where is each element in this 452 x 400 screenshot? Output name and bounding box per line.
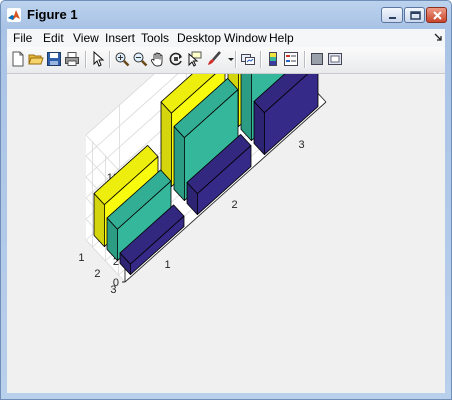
toolbar-separator (85, 51, 86, 68)
brush-button[interactable] (206, 51, 222, 67)
dock-arrow-icon[interactable] (433, 32, 443, 42)
menu-window[interactable]: Window (224, 31, 267, 45)
row-tick-label: 2 (94, 268, 100, 280)
zoom-in-button[interactable] (114, 51, 130, 67)
column-tick-label: 3 (299, 139, 305, 151)
row-tick-label: 1 (78, 252, 84, 264)
toolbar-separator (109, 51, 110, 68)
toolbar-separator (260, 51, 261, 68)
data-cursor-button[interactable] (186, 51, 202, 67)
zoom-out-button[interactable] (132, 51, 148, 67)
show-plot-tools-icon (328, 53, 342, 65)
bar-side-face (173, 126, 185, 201)
window-title: Figure 1 (27, 7, 78, 22)
figure-toolbar (7, 47, 445, 74)
matlab-logo-icon (7, 8, 21, 22)
save-figure-button[interactable] (46, 51, 62, 67)
brush-dropdown-button[interactable] (223, 51, 234, 67)
open-file-icon (28, 54, 44, 65)
maximize-button[interactable] (404, 7, 425, 23)
zoom-out-icon (133, 52, 148, 67)
menu-help[interactable]: Help (269, 31, 294, 45)
menu-view[interactable]: View (73, 31, 99, 45)
menu-edit[interactable]: Edit (43, 31, 64, 45)
row-tick-label: 3 (110, 284, 116, 296)
hide-plot-tools-button[interactable] (309, 51, 325, 67)
chevron-down-icon (228, 58, 234, 61)
save-figure-icon (47, 52, 61, 66)
insert-colorbar-icon (269, 52, 277, 66)
rotate-3d-button[interactable] (168, 51, 184, 67)
edit-plot-button[interactable] (90, 51, 106, 67)
client-area: File Edit View Insert Tools Desktop Wind… (7, 29, 445, 393)
column-tick-label: 2 (232, 199, 238, 211)
new-figure-button[interactable] (10, 51, 26, 67)
zoom-in-icon (115, 52, 130, 67)
bar-side-face (240, 74, 252, 141)
menu-tools[interactable]: Tools (141, 31, 169, 45)
menu-insert[interactable]: Insert (105, 31, 135, 45)
bar3-plot[interactable]: 0246810123123 (7, 74, 445, 393)
menu-desktop[interactable]: Desktop (177, 31, 221, 45)
toolbar-separator (304, 51, 305, 68)
figure-canvas[interactable]: 0246810123123 (7, 74, 445, 393)
data-cursor-icon (188, 51, 202, 67)
show-plot-tools-button[interactable] (327, 51, 343, 67)
pan-button[interactable] (150, 51, 166, 67)
edit-plot-icon (93, 51, 105, 67)
close-button[interactable] (426, 7, 447, 23)
insert-colorbar-button[interactable] (265, 51, 281, 67)
print-figure-button[interactable] (64, 51, 80, 67)
hide-plot-tools-icon (311, 53, 323, 65)
column-tick-label: 1 (165, 259, 171, 271)
link-plot-icon (241, 54, 255, 65)
title-bar[interactable]: Figure 1 (1, 1, 451, 29)
menu-file[interactable]: File (13, 31, 32, 45)
print-figure-icon (65, 52, 79, 66)
new-figure-icon (12, 51, 24, 67)
menu-bar: File Edit View Insert Tools Desktop Wind… (7, 29, 445, 47)
link-plot-button[interactable] (240, 51, 256, 67)
insert-legend-button[interactable] (283, 51, 299, 67)
close-icon (433, 11, 442, 20)
brush-icon (208, 51, 221, 65)
maximize-icon (410, 11, 421, 20)
open-file-button[interactable] (28, 51, 44, 67)
rotate-3d-icon (169, 52, 182, 66)
figure-window: Figure 1 File Edit View Insert Tools Des… (0, 0, 452, 400)
minimize-icon (389, 17, 396, 19)
pan-icon (150, 52, 163, 67)
minimize-button[interactable] (381, 7, 403, 23)
insert-legend-icon (284, 52, 298, 66)
toolbar-separator (235, 51, 236, 68)
